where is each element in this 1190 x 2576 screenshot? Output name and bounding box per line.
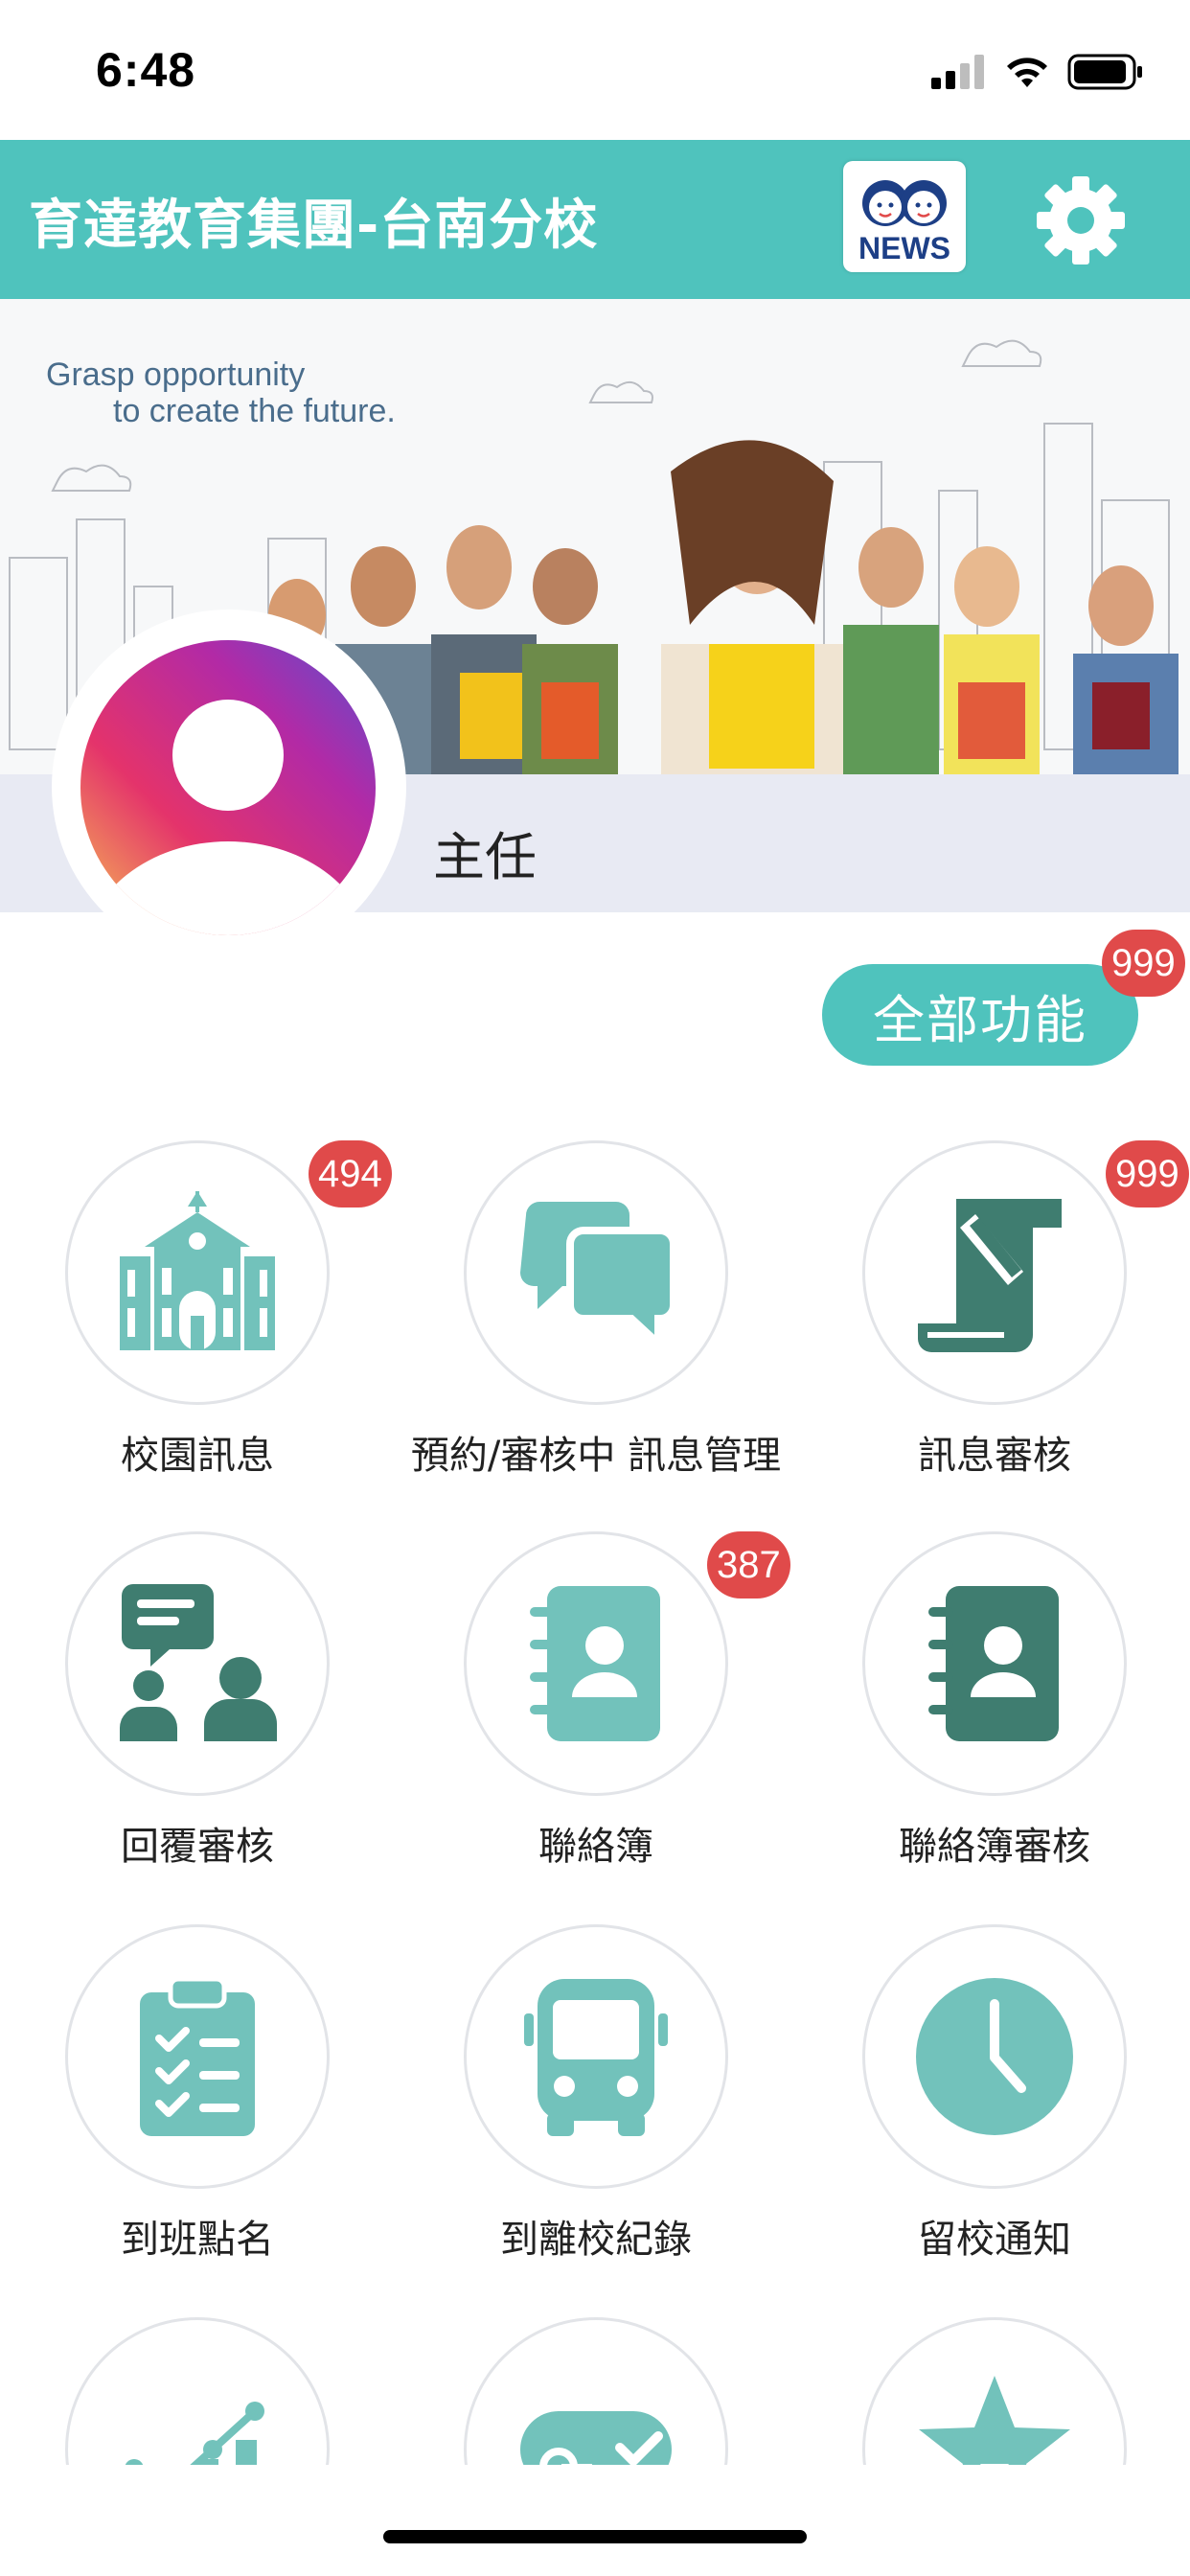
all-functions-button[interactable]: 全部功能 [822,964,1138,1066]
tile-arrival-departure[interactable]: 到離校紀錄 [414,1924,778,2288]
tile-class-roll-call[interactable]: 到班點名 [15,1924,379,2288]
tile-circle [65,1924,330,2189]
tile-campus-news[interactable]: 校園訊息 494 [15,1140,392,1505]
tile-circle [862,1924,1127,2189]
user-avatar-icon [80,640,376,935]
tile-stay-notice[interactable]: 留校通知 [812,1924,1177,2288]
cellular-signal-icon [931,55,984,89]
tile-circle [862,1140,1127,1405]
news-button[interactable]: NEWS [843,161,966,272]
tile-badge: 999 [1106,1140,1189,1208]
scroll-edit-icon [918,1199,1062,1352]
avatar[interactable] [80,640,376,935]
news-label: NEWS [858,231,950,265]
status-icons [931,54,1144,90]
tile-circle [464,1924,728,2189]
settings-button[interactable] [1035,174,1127,266]
tile-label: 到離校紀錄 [500,2218,692,2262]
chat-bubbles-icon [520,1202,677,1349]
tile-contact-book[interactable]: 聯絡簿 387 [414,1531,790,1896]
tile-circle [464,1140,728,1405]
tile-message-review[interactable]: 訊息審核 999 [812,1140,1189,1505]
contact-book-dark-icon [928,1586,1059,1741]
slogan-line-1: Grasp opportunity [46,356,306,393]
school-title: 育達教育集團-台南分校 [29,195,599,257]
tile-scheduled-messages[interactable]: 預約/審核中 訊息管理 [411,1140,781,1505]
status-time: 6:48 [96,43,196,97]
status-bar: 6:48 [0,0,1190,140]
bottom-safe-area [0,2465,1190,2576]
clipboard-check-icon [140,1976,255,2136]
battery-icon [1067,54,1142,90]
home-indicator[interactable] [383,2530,807,2543]
school-building-icon [120,1191,275,1350]
tile-label: 到班點名 [121,2218,274,2262]
tile-circle [65,1140,330,1405]
tile-label: 聯絡簿 [538,1825,653,1869]
students-icon [862,180,947,226]
tile-contact-book-review[interactable]: 聯絡簿審核 [812,1531,1177,1896]
clock-icon [916,1978,1073,2135]
gear-icon [1037,176,1125,264]
tile-label: 訊息審核 [918,1434,1071,1478]
tile-reply-review[interactable]: 回覆審核 [15,1531,379,1896]
slogan-line-2: to create the future. [113,393,396,429]
tile-badge: 387 [707,1531,790,1598]
tile-circle [65,1531,330,1796]
tile-label: 預約/審核中 訊息管理 [410,1434,782,1478]
contact-book-icon [530,1586,660,1741]
tile-circle [464,1531,728,1796]
tile-circle [862,1531,1127,1796]
tile-label: 校園訊息 [121,1434,274,1478]
tile-label: 聯絡簿審核 [899,1825,1090,1869]
all-functions-badge: 999 [1102,930,1185,997]
banner-slogan: Grasp opportunity to create the future. [46,356,396,429]
wifi-icon [1007,58,1047,87]
bus-icon [524,1979,668,2136]
tile-label: 留校通知 [918,2218,1071,2262]
tile-badge: 494 [309,1140,392,1208]
user-role: 主任 [433,827,537,887]
people-message-icon [120,1584,277,1741]
tile-label: 回覆審核 [121,1825,274,1869]
app-header: 育達教育集團-台南分校 NEWS [0,140,1190,299]
